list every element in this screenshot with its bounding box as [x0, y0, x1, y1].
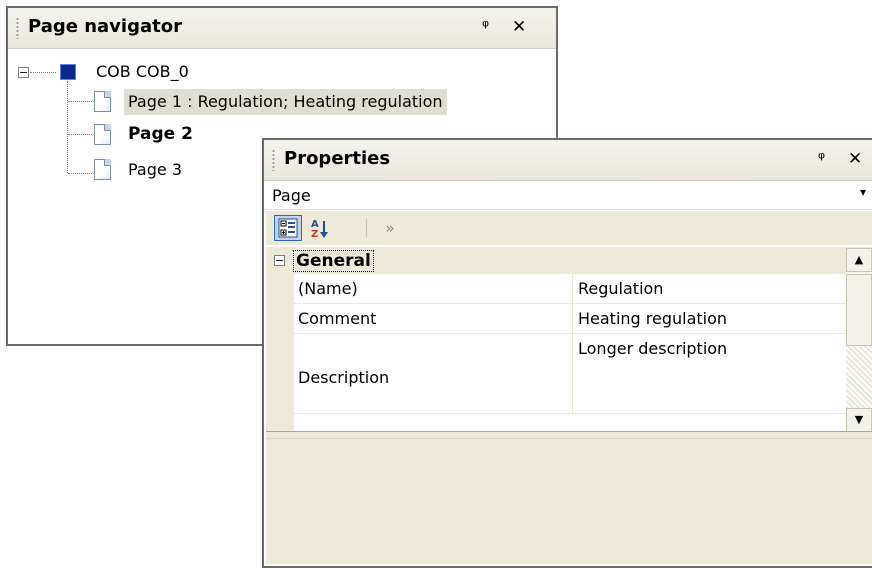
property-name: Comment [298, 309, 377, 328]
property-grid: − General (Name) Regulation Comment Heat… [266, 247, 872, 432]
column-divider[interactable] [572, 274, 573, 303]
more-button[interactable]: » [376, 215, 404, 241]
close-icon[interactable]: ✕ [512, 16, 526, 38]
description-pane [266, 431, 872, 564]
categorized-icon [278, 218, 298, 238]
svg-text:Z: Z [311, 229, 318, 239]
vertical-scrollbar[interactable]: ▲ ▼ [846, 248, 872, 432]
property-value[interactable]: Longer description [578, 339, 727, 358]
tree-line [67, 81, 68, 173]
drag-grip-icon[interactable] [16, 17, 19, 39]
sort-az-icon: A Z [311, 219, 328, 239]
cob-icon [60, 64, 76, 80]
pin-icon[interactable]: ᵠ [482, 16, 489, 38]
tree-collapse-icon[interactable]: − [18, 67, 29, 78]
page-icon [94, 124, 111, 145]
scroll-down-button[interactable]: ▼ [846, 408, 872, 432]
chevron-more-icon: » [385, 219, 395, 237]
pin-icon[interactable]: ᵠ [818, 148, 825, 170]
tree-node-page-3[interactable]: Page 3 [128, 160, 182, 179]
page-icon [94, 91, 111, 112]
grid-gutter [266, 274, 294, 432]
scroll-thumb[interactable] [846, 274, 872, 346]
property-row[interactable]: Comment Heating regulation [294, 304, 846, 334]
property-value[interactable]: Heating regulation [578, 309, 727, 328]
properties-title: Properties [284, 148, 391, 169]
column-divider[interactable] [572, 304, 573, 333]
object-selector-value: Page [272, 186, 311, 205]
tree-line [68, 101, 92, 102]
properties-panel: Properties ᵠ ✕ Page ▾ A Z » − General (N… [262, 138, 872, 568]
navigator-title: Page navigator [28, 16, 182, 37]
category-label: General [293, 250, 374, 272]
tree-node-page-2[interactable]: Page 2 [128, 124, 193, 144]
property-name: (Name) [298, 279, 358, 298]
category-row-general[interactable]: − General [266, 248, 846, 274]
page-icon [94, 159, 111, 180]
category-collapse-icon[interactable]: − [274, 255, 285, 266]
property-row[interactable]: (Name) Regulation [294, 274, 846, 304]
tree-line [68, 173, 92, 174]
property-value[interactable]: Regulation [578, 279, 663, 298]
navigator-titlebar[interactable]: Page navigator ᵠ ✕ [8, 8, 556, 49]
property-name: Description [298, 368, 390, 387]
properties-toolbar: A Z » [266, 211, 872, 245]
tree-line [68, 134, 92, 135]
properties-titlebar[interactable]: Properties ᵠ ✕ [264, 140, 872, 181]
tree-node-cob[interactable]: COB COB_0 [96, 62, 189, 81]
column-divider[interactable] [572, 334, 573, 413]
chevron-down-icon[interactable]: ▾ [860, 185, 866, 199]
close-icon[interactable]: ✕ [848, 148, 862, 170]
categorized-button[interactable] [274, 215, 302, 241]
toolbar-separator [366, 219, 367, 237]
property-row[interactable]: Description Longer description [294, 334, 846, 414]
drag-grip-icon[interactable] [272, 149, 275, 171]
alphabetical-button[interactable]: A Z [306, 215, 334, 241]
scroll-track[interactable] [846, 346, 872, 408]
object-selector-dropdown[interactable]: Page ▾ [266, 181, 872, 210]
description-divider [266, 438, 872, 439]
scroll-up-button[interactable]: ▲ [846, 248, 872, 272]
tree-node-page-1[interactable]: Page 1 : Regulation; Heating regulation [124, 89, 447, 115]
tree-line [30, 72, 56, 73]
